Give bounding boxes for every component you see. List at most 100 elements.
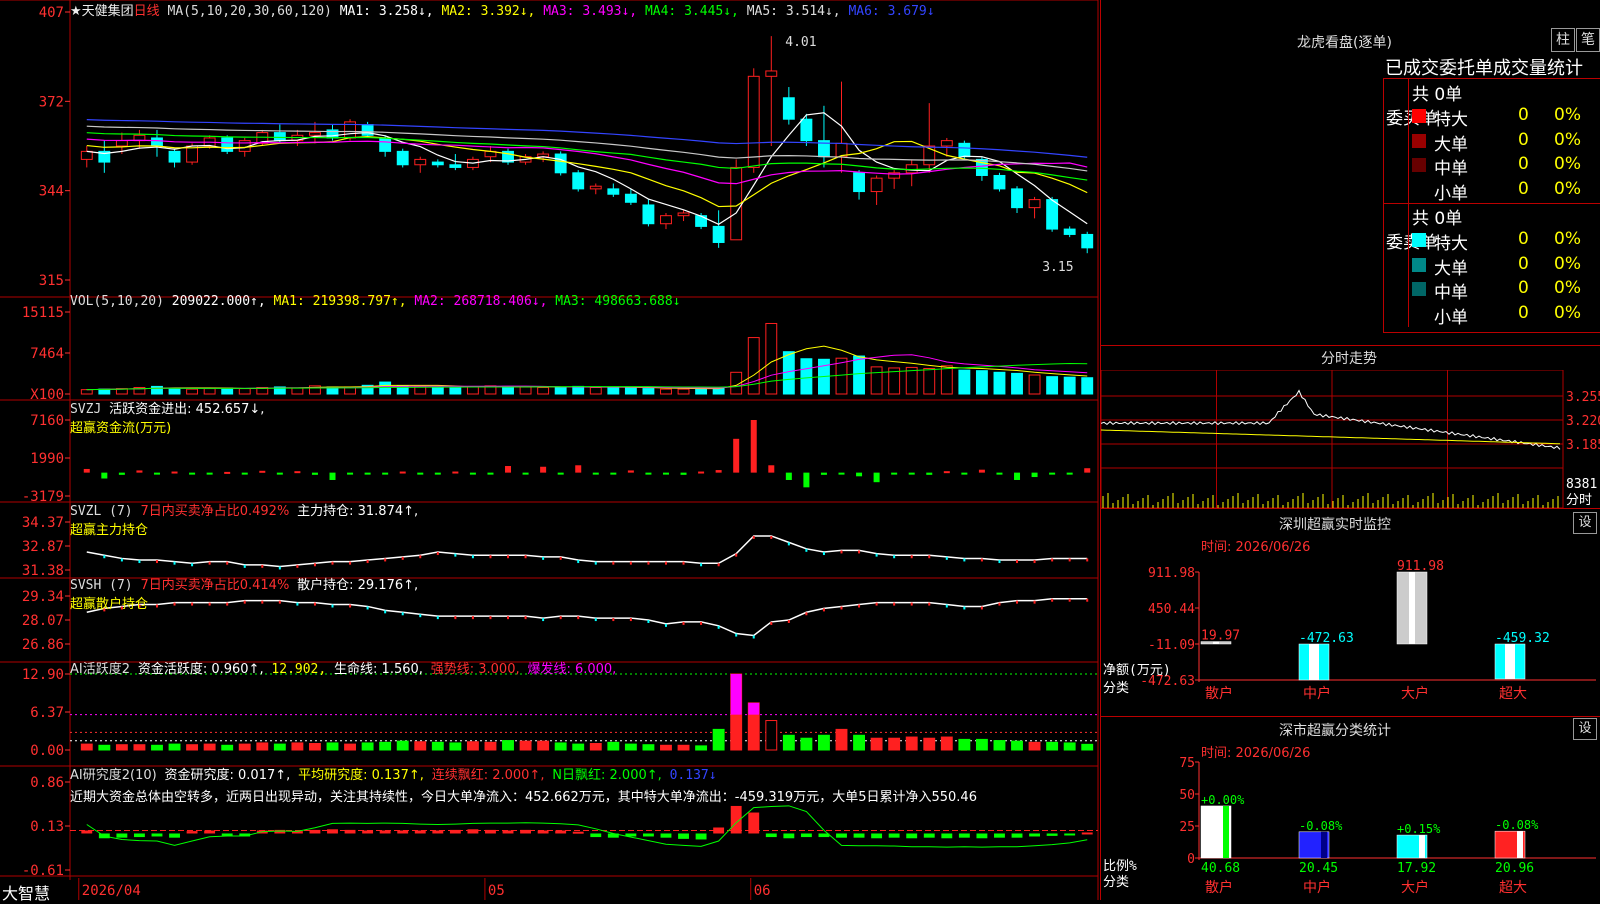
volume-bar <box>765 322 778 395</box>
research-bar <box>695 833 707 840</box>
fund-flow-bar <box>505 466 512 473</box>
ai1-axis-tick-2: 0.00 <box>30 743 64 759</box>
activity-bar <box>853 734 865 751</box>
ai1-header: AI活跃度2 资金活跃度: 0.960↑, 12.902, 生命线: 1.560… <box>70 662 617 677</box>
candle-body <box>695 215 708 227</box>
fund-flow-bar <box>820 472 827 475</box>
research-bar <box>660 833 672 838</box>
research-bar <box>116 833 128 838</box>
lhb-table: 委买单共 0单特大00%大单00%中单00%小单00%委卖单共 0单特大00%大… <box>1383 78 1600 333</box>
right-panel: 龙虎看盘(逐单) 柱 笔 已成交委托单成交量统计 委买单共 0单特大00%大单0… <box>1100 0 1600 900</box>
fund-flow-bar <box>189 472 196 475</box>
research-bar <box>748 812 760 834</box>
fund-flow-bar <box>575 465 582 473</box>
fund-flow-bar <box>662 472 669 475</box>
fund-flow-bar <box>311 472 318 475</box>
tab-tick-view[interactable]: 笔 <box>1576 28 1600 52</box>
research-bar <box>765 833 777 838</box>
ai2-axis-tick-0: 0.86 <box>30 775 64 791</box>
fund-flow-bar <box>627 470 634 473</box>
candle-body <box>414 158 427 166</box>
activity-bar <box>98 744 111 751</box>
intraday-chart[interactable]: 3.255 3.220 3.185 8381分时 <box>1101 370 1600 510</box>
x-axis-label-0: 2026/04 <box>82 883 141 899</box>
activity-bar <box>80 743 93 751</box>
buy-swatch-0 <box>1412 109 1426 123</box>
research-bar <box>309 829 321 834</box>
volume-bar <box>589 386 602 395</box>
candle-body <box>940 140 953 147</box>
activity-bar <box>256 742 269 751</box>
volume-bar <box>993 371 1006 395</box>
sz-monitor-cat-3: 超大 <box>1499 686 1527 702</box>
tab-bar-view[interactable]: 柱 <box>1551 28 1575 52</box>
sell-swatch-1 <box>1412 257 1426 272</box>
sz-class-settings-button[interactable]: 设 <box>1573 718 1597 740</box>
svzj-axis-tick-0: 7160 <box>30 413 64 429</box>
candle-body <box>642 204 655 225</box>
intraday-avg-line <box>1101 429 1561 445</box>
volume-bar <box>554 386 567 395</box>
research-bar <box>871 833 883 839</box>
research-bar <box>836 833 847 838</box>
activity-bar <box>309 743 321 751</box>
sz-class-change-1: -0.08% <box>1299 819 1343 833</box>
volume-bar <box>975 370 988 395</box>
sell-swatch-0 <box>1412 233 1426 247</box>
buy-row-label: 特大 <box>1434 110 1468 130</box>
fund-flow-bar <box>487 472 494 475</box>
stock-name: ★天健集团 <box>70 4 134 19</box>
volume-bar <box>291 387 304 395</box>
svsh-axis-tick-0: 29.34 <box>22 589 64 605</box>
activity-bar <box>800 737 813 751</box>
research-bar <box>204 830 216 834</box>
lhb-divider <box>1408 79 1409 203</box>
activity-bar <box>940 736 953 751</box>
fund-flow-bar <box>978 469 985 473</box>
lhb-subtitle: 已成交委托单成交量统计 <box>1385 58 1583 79</box>
activity-bar <box>396 740 409 751</box>
sell-total: 共 0单 <box>1412 209 1463 229</box>
research-bar <box>362 830 374 834</box>
sell-row-count: 0 <box>1518 302 1529 323</box>
svsh-header: SVSH (7) 7日内买卖净占比0.414% 散户持仓: 29.176↑, 超… <box>70 578 419 612</box>
main-chart-area[interactable]: 407 372 344 315 15115 7464 X100 7160 1990 -3179 34… <box>0 0 1100 903</box>
candle-body <box>677 212 690 217</box>
fund-flow-bar <box>382 472 389 475</box>
activity-bar <box>1046 741 1059 751</box>
fund-flow-bar <box>434 472 441 475</box>
volume-bar <box>238 388 251 395</box>
fund-flow-bar <box>785 472 792 480</box>
sz-class-title: 深市超赢分类统计 <box>1279 723 1391 739</box>
candle-body <box>589 185 602 190</box>
sell-side-label: 委卖单 <box>1386 233 1437 253</box>
ai1-axis-tick-0: 12.90 <box>22 667 64 683</box>
candle-body <box>747 75 760 168</box>
lhb-divider <box>1408 203 1409 327</box>
volume-bar <box>695 388 708 395</box>
buy-row-count: 0 <box>1518 178 1529 199</box>
svsh-axis-tick-1: 28.07 <box>22 613 64 629</box>
research-bar <box>853 833 865 838</box>
fund-flow-bar <box>224 471 231 474</box>
sz-class-cat-3: 超大 <box>1499 880 1527 896</box>
sz-class-y-tick-0: 75 <box>1179 756 1195 771</box>
buy-row-count: 0 <box>1518 105 1529 125</box>
candle-body <box>1011 188 1023 209</box>
activity-bar <box>607 741 620 751</box>
buy-row-label: 小单 <box>1434 183 1468 204</box>
sz-monitor-settings-button[interactable]: 设 <box>1573 512 1597 534</box>
price-axis-tick-1: 372 <box>39 94 64 110</box>
sz-monitor-y-tick-1: 450.44 <box>1148 602 1195 617</box>
vol-axis-tick-2: X100 <box>30 387 64 403</box>
volume-bar <box>1011 372 1023 395</box>
svzj-header: SVZJ 活跃资金进出: 452.657↓, 超赢资金流(万元) <box>70 402 265 436</box>
activity-bar <box>923 737 936 751</box>
research-line <box>86 805 1088 848</box>
fund-flow-bar <box>1084 468 1091 473</box>
activity-bar <box>431 741 444 751</box>
candle-body <box>80 150 93 160</box>
ma-legend: MA1: 3.258↓, MA2: 3.392↓, MA3: 3.493↓, M… <box>340 4 935 19</box>
volume-bar <box>747 337 760 395</box>
buy-row-count: 0 <box>1518 129 1529 150</box>
